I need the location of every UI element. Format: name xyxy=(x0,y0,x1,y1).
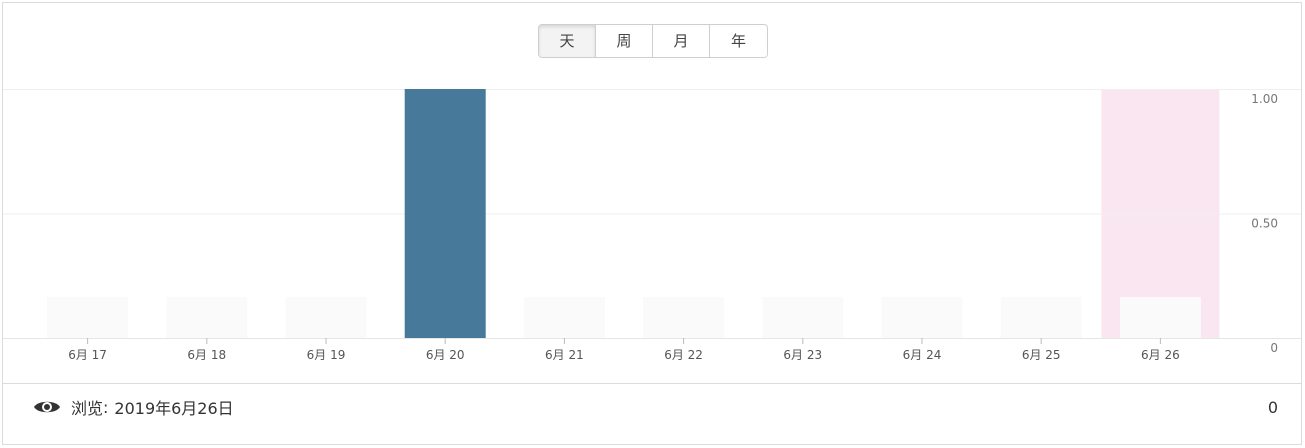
footer-count: 0 xyxy=(1267,397,1278,417)
y-tick-label: 0.50 xyxy=(1251,217,1278,231)
bar-placeholder xyxy=(1119,297,1201,338)
x-tick-label: 6月 23 xyxy=(783,348,822,362)
bar-placeholder xyxy=(285,297,367,338)
y-tick-label: 1.00 xyxy=(1251,92,1278,106)
footer-separator: : xyxy=(103,397,109,417)
footer: 浏览 : 2019年6月26日 0 xyxy=(33,392,1278,422)
x-tick-label: 6月 20 xyxy=(426,348,465,362)
bar-placeholder xyxy=(881,297,963,338)
bar-placeholder xyxy=(1000,297,1082,338)
bar-placeholder xyxy=(523,297,605,338)
x-tick-label: 6月 17 xyxy=(68,348,107,362)
footer-label: 浏览 xyxy=(71,399,104,418)
x-tick-label: 6月 21 xyxy=(545,348,584,362)
footer-divider xyxy=(3,383,1301,384)
bar-placeholder xyxy=(643,297,725,338)
x-tick-label: 6月 18 xyxy=(187,348,226,362)
eye-icon xyxy=(34,401,60,413)
bar xyxy=(404,89,486,338)
x-tick-label: 6月 24 xyxy=(903,348,942,362)
bar-placeholder xyxy=(47,297,129,338)
x-tick-label: 6月 22 xyxy=(664,348,703,362)
x-tick-label: 6月 25 xyxy=(1022,348,1061,362)
x-tick-label: 6月 26 xyxy=(1141,348,1180,362)
footer-date: 2019年6月26日 xyxy=(114,399,234,418)
views-bar-chart: 6月 17 6月 18 6月 19 6月 20 6月 21 6月 22 6月 23 6月 24… xyxy=(3,89,1301,362)
bar-placeholder xyxy=(166,297,248,338)
x-tick-label: 6月 19 xyxy=(307,348,346,362)
y-tick-label: 0 xyxy=(1270,341,1278,355)
bar-placeholder xyxy=(762,297,844,338)
